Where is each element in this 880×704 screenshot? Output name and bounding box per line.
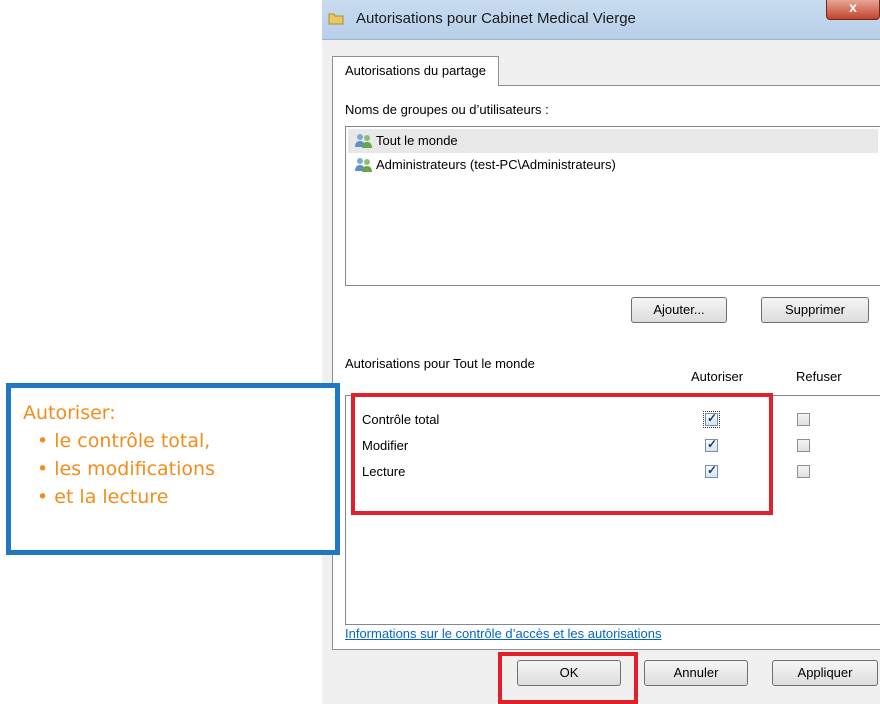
tab-sharing-permissions[interactable]: Autorisations du partage: [332, 56, 499, 86]
deny-full-control-checkbox[interactable]: [797, 413, 810, 426]
tab-panel: Noms de groupes ou d’utilisateurs : Tout…: [332, 85, 880, 650]
list-item-everyone[interactable]: Tout le monde: [348, 129, 878, 153]
annotation-callout: Autoriser: le contrôle total, les modifi…: [6, 383, 340, 555]
groups-label: Noms de groupes ou d’utilisateurs :: [345, 102, 549, 117]
list-item-administrators[interactable]: Administrateurs (test-PC\Administrateurs…: [348, 153, 878, 177]
annotation-item: les modifications: [37, 458, 323, 480]
title-bar: Autorisations pour Cabinet Medical Vierg…: [322, 0, 880, 40]
close-icon: x: [849, 0, 857, 15]
list-item-label: Administrateurs (test-PC\Administrateurs…: [376, 157, 616, 172]
users-icon: [355, 158, 372, 172]
add-button[interactable]: Ajouter...: [631, 297, 727, 323]
annotation-list: le contrôle total, les modifications et …: [23, 430, 323, 508]
access-control-info-link[interactable]: Informations sur le contrôle d’accès et …: [345, 626, 662, 641]
annotation-item: et la lecture: [37, 486, 323, 508]
users-icon: [355, 134, 372, 148]
close-button[interactable]: x: [826, 0, 880, 20]
groups-listbox[interactable]: Tout le monde Administrateurs (test-PC\A…: [345, 126, 880, 286]
annotation-item: le contrôle total,: [37, 430, 323, 452]
window-title: Autorisations pour Cabinet Medical Vierg…: [356, 10, 636, 27]
list-item-label: Tout le monde: [376, 133, 458, 148]
deny-modify-checkbox[interactable]: [797, 439, 810, 452]
dialog-body: Autorisations du partage Noms de groupes…: [322, 40, 880, 704]
annotation-heading: Autoriser:: [23, 402, 116, 424]
deny-header: Refuser: [796, 369, 842, 384]
permissions-label: Autorisations pour Tout le monde: [345, 356, 535, 371]
remove-button[interactable]: Supprimer: [761, 297, 869, 323]
deny-read-checkbox[interactable]: [797, 465, 810, 478]
folder-icon: [328, 13, 344, 25]
ok-highlight: [498, 652, 638, 704]
allow-header: Autoriser: [691, 369, 744, 384]
cancel-button[interactable]: Annuler: [644, 660, 748, 686]
apply-button[interactable]: Appliquer: [772, 660, 878, 686]
permissions-highlight: [351, 393, 773, 515]
